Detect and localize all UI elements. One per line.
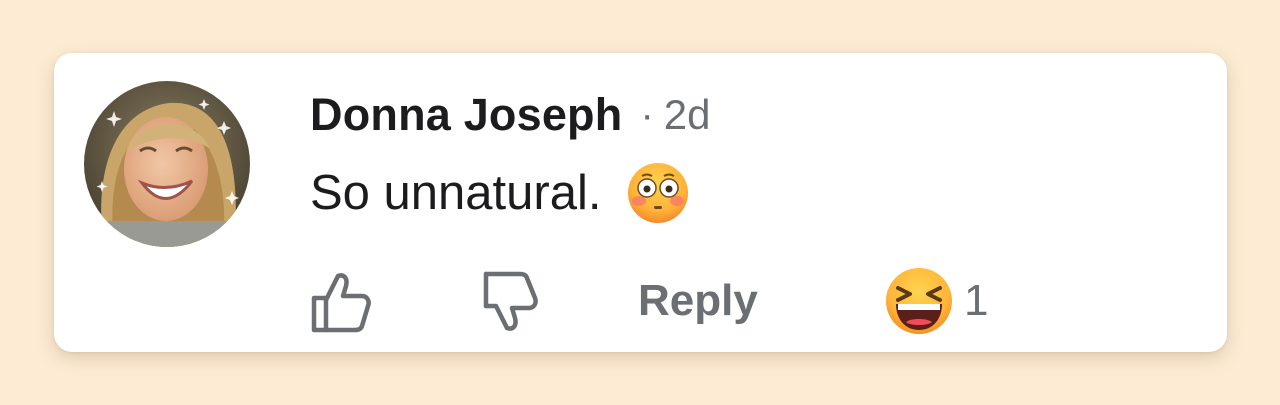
comment-header: Donna Joseph · 2d	[310, 87, 710, 143]
reply-button[interactable]: Reply	[638, 261, 758, 341]
dislike-button[interactable]	[472, 261, 542, 341]
avatar[interactable]	[84, 81, 250, 247]
reaction-summary[interactable]: 1	[884, 261, 988, 341]
grinning-squinting-face-icon	[886, 268, 952, 334]
flushed-face-emoji-icon	[627, 163, 688, 223]
thumbs-up-icon	[311, 273, 371, 333]
author-name[interactable]: Donna Joseph	[310, 89, 622, 141]
comment-text: So unnatural.	[310, 166, 602, 220]
thumbs-down-icon	[483, 271, 538, 331]
comment-actions: Reply 1	[304, 261, 1004, 341]
reaction-count: 1	[964, 276, 989, 325]
comment-body: So unnatural.	[310, 161, 690, 225]
comment-card: Donna Joseph · 2d So unnatural. Reply 1	[54, 53, 1227, 352]
like-button[interactable]	[304, 261, 378, 341]
reply-label: Reply	[638, 276, 758, 325]
header-separator: ·	[640, 92, 654, 137]
timestamp[interactable]: 2d	[664, 91, 711, 139]
avatar-photo	[84, 81, 250, 247]
